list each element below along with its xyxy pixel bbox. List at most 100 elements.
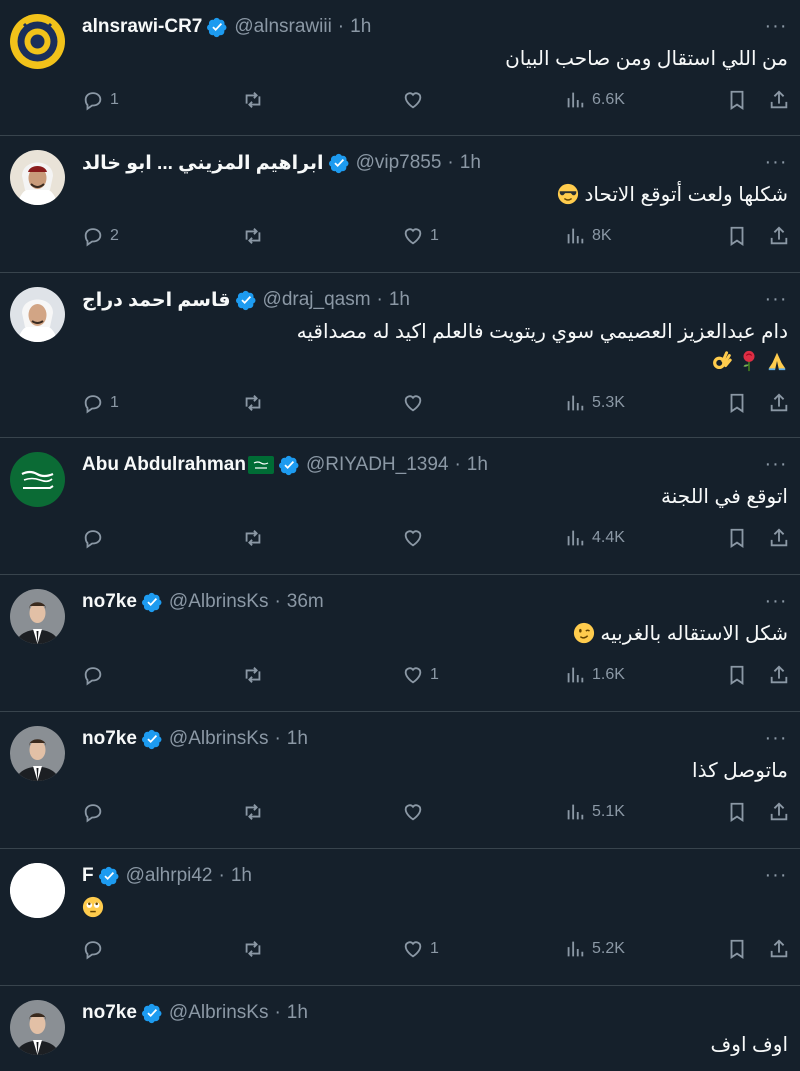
like-button[interactable]: 1: [402, 663, 439, 687]
reply-button[interactable]: [82, 800, 104, 824]
display-name[interactable]: no7ke: [82, 591, 137, 613]
display-name[interactable]: no7ke: [82, 728, 137, 750]
more-options-icon[interactable]: ···: [764, 864, 788, 886]
retweet-icon: [245, 92, 261, 108]
reply-button[interactable]: [82, 663, 104, 687]
timestamp[interactable]: 1h: [231, 865, 252, 887]
timestamp[interactable]: 1h: [350, 16, 371, 38]
like-button[interactable]: [402, 800, 424, 824]
display-name[interactable]: F: [82, 865, 94, 887]
retweet-icon: [245, 228, 261, 244]
user-handle[interactable]: @RIYADH_1394: [306, 454, 449, 476]
timestamp[interactable]: 36m: [287, 591, 324, 613]
user-handle[interactable]: @draj_qasm: [263, 289, 371, 311]
more-options-icon[interactable]: ···: [764, 151, 788, 173]
reply-icon: [84, 395, 102, 414]
user-handle[interactable]: @alhrpi42: [126, 865, 213, 887]
bookmark-icon: [730, 393, 744, 413]
more-options-icon[interactable]: ···: [764, 453, 788, 475]
avatar[interactable]: [10, 1000, 65, 1055]
views-button[interactable]: 6.6K: [564, 88, 625, 112]
user-handle[interactable]: @AlbrinsKs: [169, 1002, 269, 1024]
more-options-icon[interactable]: ···: [764, 15, 788, 37]
share-button[interactable]: [768, 937, 790, 961]
user-handle[interactable]: @AlbrinsKs: [169, 728, 269, 750]
retweet-button[interactable]: [242, 526, 264, 550]
tweet[interactable]: Abu Abdulrahman @RIYADH_1394 · 1h ··· ات…: [0, 438, 800, 575]
user-handle[interactable]: @AlbrinsKs: [169, 591, 269, 613]
winking-face-icon: [573, 622, 594, 644]
bookmark-button[interactable]: [726, 88, 748, 112]
tweet[interactable]: قاسم احمد دراج @draj_qasm · 1h ··· دام ع…: [0, 273, 800, 438]
bookmark-button[interactable]: [726, 663, 748, 687]
display-name[interactable]: no7ke: [82, 1002, 137, 1024]
timestamp[interactable]: 1h: [460, 152, 481, 174]
timestamp[interactable]: 1h: [287, 728, 308, 750]
reply-button[interactable]: 1: [82, 391, 119, 415]
like-button[interactable]: 1: [402, 937, 439, 961]
reply-button[interactable]: [82, 526, 104, 550]
bookmark-button[interactable]: [726, 800, 748, 824]
tweet[interactable]: F @alhrpi42 · 1h ··· 1 5.2K: [0, 849, 800, 986]
user-handle[interactable]: @vip7855: [356, 152, 442, 174]
bookmark-button[interactable]: [726, 391, 748, 415]
retweet-button[interactable]: [242, 663, 264, 687]
views-button[interactable]: 1.6K: [564, 663, 625, 687]
avatar[interactable]: [10, 14, 65, 69]
timestamp[interactable]: 1h: [389, 289, 410, 311]
share-button[interactable]: [768, 800, 790, 824]
retweet-button[interactable]: [242, 224, 264, 248]
tweet[interactable]: no7ke @AlbrinsKs · 36m ··· شكل الاستقاله…: [0, 575, 800, 712]
like-button[interactable]: [402, 88, 424, 112]
display-name[interactable]: alnsrawi-CR7: [82, 16, 202, 38]
like-button[interactable]: 1: [402, 224, 439, 248]
retweet-button[interactable]: [242, 937, 264, 961]
view-count: 6.6K: [592, 91, 625, 108]
tweet[interactable]: alnsrawi-CR7 @alnsrawiii · 1h ··· من الل…: [0, 0, 800, 136]
more-options-icon[interactable]: ···: [764, 590, 788, 612]
avatar[interactable]: [10, 287, 65, 342]
heart-icon: [404, 395, 422, 412]
retweet-button[interactable]: [242, 88, 264, 112]
views-button[interactable]: 8K: [564, 224, 612, 248]
avatar[interactable]: [10, 452, 65, 507]
views-button[interactable]: 5.2K: [564, 937, 625, 961]
tweet[interactable]: no7ke @AlbrinsKs · 1h ··· ماتوصل كذا 5.1…: [0, 712, 800, 849]
avatar[interactable]: [10, 863, 65, 918]
user-handle[interactable]: @alnsrawiii: [234, 16, 331, 38]
share-button[interactable]: [768, 663, 790, 687]
like-button[interactable]: [402, 391, 424, 415]
display-name[interactable]: ابراهيم المزيني ... ابو خالد: [82, 152, 324, 175]
tweet[interactable]: no7ke @AlbrinsKs · 1h اوف اوف: [0, 986, 800, 1071]
tweet-actions: 5.1K: [82, 786, 788, 846]
tweet[interactable]: ابراهيم المزيني ... ابو خالد @vip7855 · …: [0, 136, 800, 273]
views-button[interactable]: 4.4K: [564, 526, 625, 550]
bookmark-button[interactable]: [726, 526, 748, 550]
bookmark-icon: [730, 226, 744, 246]
retweet-button[interactable]: [242, 391, 264, 415]
more-options-icon[interactable]: ···: [764, 727, 788, 749]
avatar[interactable]: [10, 726, 65, 781]
like-count: 1: [430, 940, 439, 957]
bookmark-button[interactable]: [726, 937, 748, 961]
share-button[interactable]: [768, 391, 790, 415]
display-name[interactable]: Abu Abdulrahman: [82, 454, 246, 476]
reply-button[interactable]: 1: [82, 88, 119, 112]
retweet-button[interactable]: [242, 800, 264, 824]
display-name[interactable]: قاسم احمد دراج: [82, 289, 231, 312]
share-button[interactable]: [768, 224, 790, 248]
timestamp[interactable]: 1h: [467, 454, 488, 476]
share-button[interactable]: [768, 526, 790, 550]
more-options-icon[interactable]: ···: [764, 288, 788, 310]
avatar[interactable]: [10, 150, 65, 205]
folded-hands-icon: [768, 352, 786, 371]
share-button[interactable]: [768, 88, 790, 112]
timestamp[interactable]: 1h: [287, 1002, 308, 1024]
bookmark-button[interactable]: [726, 224, 748, 248]
avatar[interactable]: [10, 589, 65, 644]
views-button[interactable]: 5.3K: [564, 391, 625, 415]
reply-button[interactable]: [82, 937, 104, 961]
reply-button[interactable]: 2: [82, 224, 119, 248]
like-button[interactable]: [402, 526, 424, 550]
views-button[interactable]: 5.1K: [564, 800, 625, 824]
